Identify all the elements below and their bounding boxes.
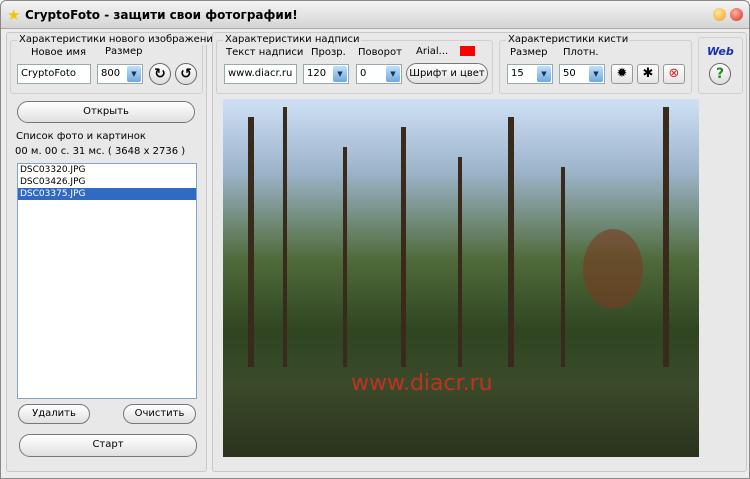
size-label: Размер (105, 46, 143, 57)
red-foliage (583, 229, 643, 309)
open-button[interactable]: Открыть (17, 101, 195, 123)
left-panel: Характеристики нового изображения Новое … (6, 32, 221, 472)
chevron-down-icon: ▼ (127, 66, 141, 82)
rotate-cw-icon[interactable]: ↻ (149, 63, 171, 85)
start-button[interactable]: Старт (19, 434, 197, 457)
app-star-icon: ★ (7, 6, 21, 24)
brush-size-select[interactable]: 15 ▼ (507, 64, 553, 84)
opacity-value: 120 (307, 68, 327, 79)
close-button[interactable] (730, 8, 743, 21)
minimize-button[interactable] (713, 8, 726, 21)
density-value: 50 (563, 68, 576, 79)
list-item[interactable]: DSC03426.JPG (18, 176, 196, 188)
chevron-down-icon: ▼ (537, 66, 551, 82)
tree (663, 107, 669, 367)
text-label: Текст надписи (226, 47, 304, 58)
group-legend: Характеристики надписи (223, 34, 362, 45)
tree (458, 157, 462, 367)
tree (248, 117, 254, 367)
chevron-down-icon: ▼ (589, 66, 603, 82)
tree (283, 107, 287, 367)
photo-list[interactable]: DSC03320.JPG DSC03426.JPG DSC03375.JPG (17, 163, 197, 399)
brush-group: Характеристики кисти Размер Плотн. 15 ▼ 5… (499, 34, 692, 94)
app-window: ★ CryptoFoto - защити свои фотографии! Х… (0, 0, 750, 479)
window-title: CryptoFoto - защити свои фотографии! (25, 8, 298, 22)
density-select[interactable]: 50 ▼ (559, 64, 605, 84)
web-group: Web ? (698, 37, 743, 94)
density-label: Плотн. (563, 47, 599, 58)
size-value: 800 (101, 68, 121, 79)
clear-button[interactable]: Очистить (123, 404, 196, 424)
group-legend: Характеристики нового изображения (17, 34, 221, 45)
title-bar: ★ CryptoFoto - защити свои фотографии! (1, 1, 749, 29)
tree (508, 117, 514, 367)
watermark-text: www.diacr.ru (351, 371, 493, 396)
help-icon[interactable]: ? (709, 63, 731, 85)
web-link[interactable]: Web (707, 45, 734, 58)
list-item-selected[interactable]: DSC03375.JPG (18, 188, 196, 200)
brush-splat-icon[interactable]: ✹ (611, 64, 633, 84)
photo-preview[interactable]: www.diacr.ru (223, 99, 699, 457)
new-image-group: Характеристики нового изображения Новое … (10, 34, 221, 94)
chevron-down-icon: ▼ (386, 66, 400, 82)
tree (343, 147, 347, 367)
rotate-select[interactable]: 0 ▼ (356, 64, 402, 84)
name-label: Новое имя (31, 47, 87, 58)
caption-text-input[interactable]: www.diacr.ru (224, 64, 297, 84)
tree (401, 127, 406, 367)
opacity-select[interactable]: 120 ▼ (303, 64, 349, 84)
size-select[interactable]: 800 ▼ (97, 64, 143, 84)
group-legend: Список фото и картинок (14, 131, 148, 142)
brush-size-label: Размер (510, 47, 548, 58)
chevron-down-icon: ▼ (333, 66, 347, 82)
status-text: 00 м. 00 с. 31 мс. ( 3648 x 2736 ) (15, 146, 186, 157)
clear-brush-icon[interactable]: ⊗ (663, 64, 685, 84)
brush-asterisk-icon[interactable]: ✱ (637, 64, 659, 84)
opacity-label: Прозр. (311, 47, 346, 58)
color-swatch[interactable] (460, 46, 475, 56)
font-label: Arial... (416, 46, 449, 57)
list-item[interactable]: DSC03320.JPG (18, 164, 196, 176)
rotate-value: 0 (360, 68, 367, 79)
rotate-ccw-icon[interactable]: ↺ (175, 63, 197, 85)
font-color-button[interactable]: Шрифт и цвет (406, 63, 488, 84)
caption-group: Характеристики надписи Текст надписи Про… (216, 34, 493, 94)
rotate-label: Поворот (358, 47, 402, 58)
tree (561, 167, 565, 367)
brush-size-value: 15 (511, 68, 524, 79)
delete-button[interactable]: Удалить (18, 404, 90, 424)
group-legend: Характеристики кисти (506, 34, 631, 45)
new-name-input[interactable]: CryptoFoto (17, 64, 91, 84)
